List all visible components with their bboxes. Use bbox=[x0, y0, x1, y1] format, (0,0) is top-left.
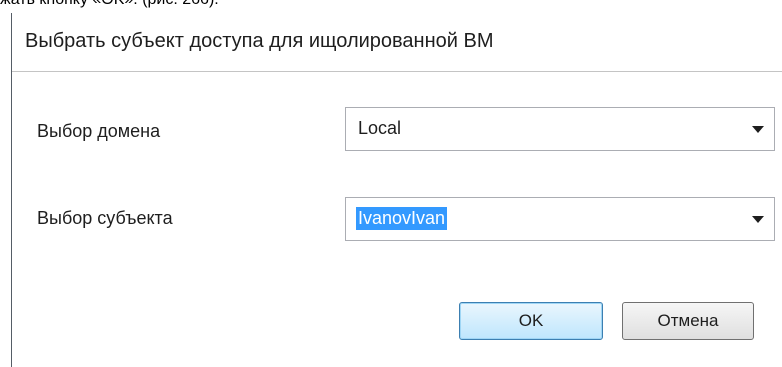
subject-select[interactable]: IvanovIvan bbox=[345, 197, 775, 241]
domain-select-value: Local bbox=[358, 118, 402, 138]
title-divider bbox=[12, 71, 782, 72]
domain-label: Выбор домена bbox=[37, 121, 161, 141]
subject-select-value[interactable]: IvanovIvan bbox=[356, 207, 448, 230]
cancel-button[interactable]: Отмена bbox=[622, 302, 754, 340]
domain-select[interactable]: Local bbox=[345, 107, 775, 151]
subject-label: Выбор субъекта bbox=[37, 208, 173, 228]
ok-button[interactable]: OK bbox=[459, 302, 603, 340]
dialog-titlebar: Выбрать субъект доступа для ищолированно… bbox=[12, 13, 782, 72]
select-subject-dialog: Выбрать субъект доступа для ищолированно… bbox=[11, 13, 782, 367]
chevron-down-icon[interactable] bbox=[752, 216, 764, 223]
document-text-fragment: жать кнопку «OK». (рис. 266). bbox=[0, 0, 219, 9]
chevron-down-icon[interactable] bbox=[752, 126, 764, 133]
dialog-title: Выбрать субъект доступа для ищолированно… bbox=[25, 30, 494, 52]
